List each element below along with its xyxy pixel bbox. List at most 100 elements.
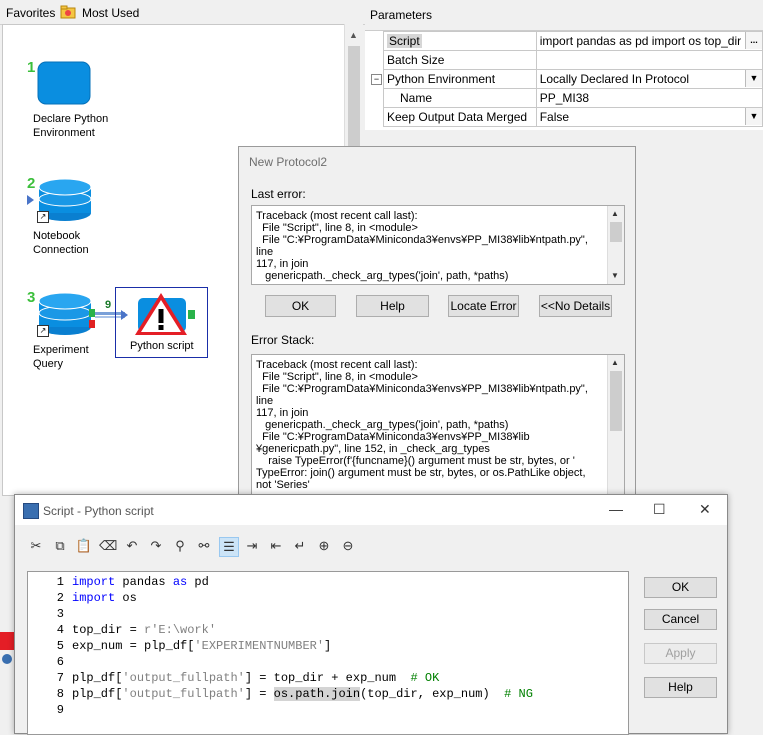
error-stack-label: Error Stack: [251, 333, 315, 347]
param-value[interactable]: Locally Declared In Protocol [540, 72, 689, 86]
favorites-tab[interactable]: Favorites [6, 6, 55, 20]
indent-icon[interactable]: ⇥ [243, 537, 261, 555]
chevron-up-icon[interactable]: ▲ [349, 30, 358, 40]
last-error-text: Traceback (most recent call last): File … [256, 210, 588, 282]
collapse-icon[interactable]: − [371, 74, 382, 85]
param-key: Name [383, 88, 537, 108]
line-number: 7 [56, 671, 64, 685]
dialog-titlebar: Script - Python script — ☐ ✕ [15, 495, 727, 525]
word-wrap-icon[interactable]: ↵ [291, 537, 309, 555]
clear-icon[interactable]: ⌫ [99, 537, 117, 555]
error-warning-icon [134, 292, 192, 336]
param-row-script[interactable]: Script import pandas as pd import os top… [383, 31, 763, 51]
background-fragment [0, 630, 14, 732]
param-value[interactable]: import pandas as pd import os top_dir = … [540, 34, 748, 48]
help-button[interactable]: Help [356, 295, 429, 317]
declare-python-node-icon[interactable] [37, 61, 91, 105]
line-number: 8 [56, 687, 64, 701]
dialog-title: New Protocol2 [249, 155, 328, 169]
code-line-7[interactable]: plp_df['output_fullpath'] = top_dir + ex… [72, 671, 439, 685]
textbox-scrollbar[interactable]: ▲ ▼ [607, 206, 624, 284]
folder-icon [60, 5, 76, 19]
scrollbar-thumb[interactable] [610, 222, 622, 242]
output-port-green [188, 310, 195, 319]
line-number: 3 [56, 607, 64, 621]
chevron-up-icon[interactable]: ▲ [611, 357, 619, 369]
script-editor-dialog: Script - Python script — ☐ ✕ ✂ ⧉ 📋 ⌫ ↶ ↷… [14, 494, 728, 735]
python-script-node[interactable]: Python script [115, 287, 208, 358]
param-value[interactable]: False [540, 110, 569, 124]
param-key: Batch Size [383, 50, 537, 70]
apply-button[interactable]: Apply [644, 643, 717, 664]
line-numbers-icon[interactable]: ☰ [219, 537, 239, 557]
code-line-4[interactable]: top_dir = r'E:\work' [72, 623, 216, 637]
node-label: Notebook Connection [33, 230, 89, 256]
no-details-button[interactable]: <<No Details [539, 295, 612, 317]
zoom-in-icon[interactable]: ⊕ [315, 537, 333, 555]
line-number-gutter: 1 2 3 4 5 6 7 8 9 [28, 572, 68, 734]
code-line-5[interactable]: exp_num = plp_df['EXPERIMENTNUMBER'] [72, 639, 331, 653]
redo-icon[interactable]: ↷ [147, 537, 165, 555]
line-number: 1 [56, 575, 64, 589]
line-number: 5 [56, 639, 64, 653]
minimize-icon[interactable]: — [609, 501, 623, 517]
parameters-grid: Script import pandas as pd import os top… [383, 31, 763, 127]
last-error-label: Last error: [251, 187, 306, 201]
most-used-tab[interactable]: Most Used [82, 6, 139, 20]
paste-icon[interactable]: 📋 [75, 537, 93, 555]
cancel-button[interactable]: Cancel [644, 609, 717, 630]
node-label: Experiment Query [33, 344, 89, 370]
code-line-8[interactable]: plp_df['output_fullpath'] = os.path.join… [72, 687, 533, 701]
copy-icon[interactable]: ⧉ [51, 537, 69, 555]
output-port-red [89, 320, 95, 328]
outdent-icon[interactable]: ⇤ [267, 537, 285, 555]
param-value[interactable]: PP_MI38 [535, 88, 763, 108]
parameters-title: Parameters [370, 8, 433, 22]
textbox-scrollbar[interactable]: ▲ [607, 355, 624, 496]
node-label: Declare Python Environment [33, 113, 109, 139]
param-row-batch-size[interactable]: Batch Size [383, 50, 763, 70]
background-icon [2, 654, 12, 664]
parameters-header: Parameters [365, 0, 763, 31]
line-number: 4 [56, 623, 64, 637]
line-number: 6 [56, 655, 64, 669]
find-icon[interactable]: ⚲ [171, 537, 189, 555]
param-key: Python Environment [387, 72, 496, 86]
chevron-down-icon[interactable]: ▼ [745, 108, 762, 125]
canvas-toolbar: Favorites Most Used [0, 0, 365, 25]
param-value[interactable] [535, 50, 763, 70]
undo-icon[interactable]: ↶ [123, 537, 141, 555]
close-icon[interactable]: ✕ [699, 501, 711, 518]
param-key: Script [387, 34, 422, 48]
code-editor[interactable]: 1 2 3 4 5 6 7 8 9 import pandas as pd im… [27, 571, 629, 735]
maximize-icon[interactable]: ☐ [653, 501, 666, 518]
replace-icon[interactable]: ⚯ [195, 537, 213, 555]
chevron-down-icon[interactable]: ▼ [745, 70, 762, 87]
dialog-title: Script - Python script [43, 504, 154, 518]
param-row-name[interactable]: Name PP_MI38 [383, 88, 763, 108]
scrollbar-thumb[interactable] [610, 371, 622, 431]
step-number: 2 [27, 175, 36, 192]
param-key: Keep Output Data Merged [383, 107, 537, 127]
line-number: 2 [56, 591, 64, 605]
locate-error-button[interactable]: Locate Error [448, 295, 519, 317]
background-red-block [0, 632, 14, 650]
chevron-down-icon[interactable]: ▼ [611, 270, 619, 282]
shortcut-icon: ↗ [37, 211, 49, 223]
ok-button[interactable]: OK [644, 577, 717, 598]
ellipsis-button[interactable]: ... [745, 32, 762, 49]
zoom-out-icon[interactable]: ⊖ [339, 537, 357, 555]
line-number: 9 [56, 703, 64, 717]
param-row-python-environment[interactable]: Python Environment Locally Declared In P… [383, 69, 763, 89]
code-line-2[interactable]: import os [72, 591, 137, 605]
help-button[interactable]: Help [644, 677, 717, 698]
param-row-keep-output[interactable]: Keep Output Data Merged False ▼ [383, 107, 763, 127]
last-error-textbox[interactable]: Traceback (most recent call last): File … [251, 205, 625, 285]
port-icon [27, 195, 34, 205]
code-line-1[interactable]: import pandas as pd [72, 575, 209, 589]
ok-button[interactable]: OK [265, 295, 336, 317]
cut-icon[interactable]: ✂ [27, 537, 45, 555]
error-stack-textbox[interactable]: Traceback (most recent call last): File … [251, 354, 625, 497]
chevron-up-icon[interactable]: ▲ [611, 208, 619, 220]
node-label: Python script [130, 340, 194, 352]
